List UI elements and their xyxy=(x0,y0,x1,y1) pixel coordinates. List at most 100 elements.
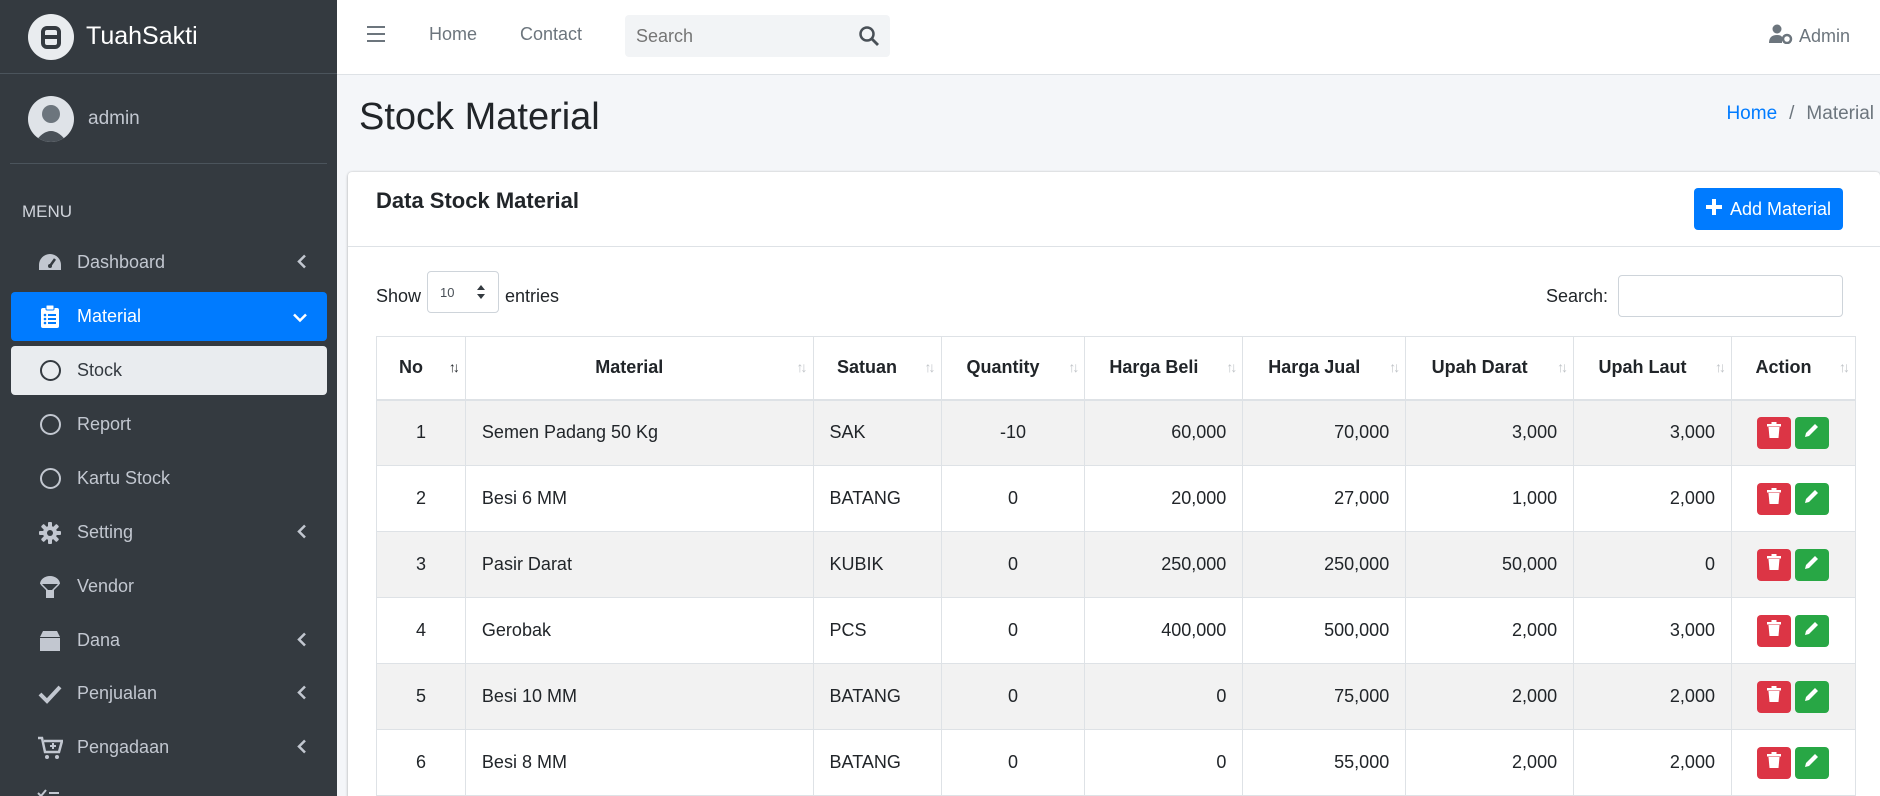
cell-action xyxy=(1730,399,1857,466)
table-row: 4 Gerobak PCS 0 400,000 500,000 2,000 3,000 xyxy=(376,597,1857,664)
box-icon xyxy=(37,628,63,654)
cell-material: Gerobak xyxy=(464,597,814,664)
sidebar-item-stock[interactable]: Stock xyxy=(11,346,327,395)
plus-icon xyxy=(1705,198,1722,220)
datatable-search-input[interactable] xyxy=(1618,275,1843,317)
brand-link[interactable]: TuahSakti xyxy=(0,0,337,74)
column-header-action[interactable]: Action ↑↓ xyxy=(1730,336,1857,401)
cell-quantity: 0 xyxy=(940,597,1086,664)
cell-harga-jual: 500,000 xyxy=(1242,597,1407,664)
edit-button[interactable] xyxy=(1795,416,1830,449)
search-input[interactable] xyxy=(625,25,845,47)
edit-button[interactable] xyxy=(1795,614,1830,647)
chevron-left-icon xyxy=(297,683,307,704)
chevron-down-icon xyxy=(293,306,307,327)
cell-harga-beli: 400,000 xyxy=(1084,597,1244,664)
navbar-search xyxy=(625,15,890,57)
parachute-box-icon xyxy=(37,574,63,600)
datatable-controls: Show 10 entries Search: xyxy=(376,271,1843,317)
cell-action xyxy=(1730,663,1857,730)
sidebar-item-pengadaan[interactable]: Pengadaan xyxy=(11,723,327,772)
chevron-left-icon xyxy=(297,630,307,651)
sort-asc-icon: ↑↓ xyxy=(448,359,460,375)
breadcrumb-home[interactable]: Home xyxy=(1726,103,1777,125)
entries-select[interactable]: 10 xyxy=(427,271,500,313)
pencil-icon xyxy=(1804,554,1820,575)
column-header-harga-beli[interactable]: Harga Beli ↑↓ xyxy=(1084,336,1244,401)
sort-icon: ↑↓ xyxy=(924,359,936,375)
column-header-satuan[interactable]: Satuan ↑↓ xyxy=(812,336,942,401)
cell-no: 1 xyxy=(376,399,466,466)
trash-icon xyxy=(1767,686,1782,707)
search-icon[interactable] xyxy=(858,25,880,52)
edit-button[interactable] xyxy=(1795,746,1830,779)
clipboard-list-icon xyxy=(37,304,63,330)
column-header-upah-laut[interactable]: Upah Laut ↑↓ xyxy=(1573,336,1732,401)
cell-material: Besi 8 MM xyxy=(464,729,814,796)
cell-no: 6 xyxy=(376,729,466,796)
sidebar-item-label: Penjualan xyxy=(77,683,158,703)
sidebar-item-penjualan[interactable]: Penjualan xyxy=(11,669,327,718)
add-material-button[interactable]: Add Material xyxy=(1693,188,1843,230)
sidebar-item-vendor[interactable]: Vendor xyxy=(11,562,327,611)
table-row: 1 Semen Padang 50 Kg SAK -10 60,000 70,000 3,0… xyxy=(376,399,1857,466)
breadcrumb-current: Material xyxy=(1806,103,1874,124)
sidebar-item-label: Report xyxy=(77,414,132,434)
delete-button[interactable] xyxy=(1757,548,1792,581)
sidebar-item-material[interactable]: Material xyxy=(11,292,327,341)
cell-upah-darat: 2,000 xyxy=(1405,729,1575,796)
sidebar: TuahSakti admin MENU Dashboard Material … xyxy=(0,0,337,796)
column-header-no[interactable]: No ↑↓ xyxy=(376,336,466,401)
hamburger-menu-icon[interactable] xyxy=(367,26,385,47)
account-menu[interactable]: Admin xyxy=(1768,24,1850,49)
sort-icon: ↑↓ xyxy=(1068,359,1079,375)
sidebar-item-report[interactable]: Report xyxy=(11,400,327,449)
column-header-material[interactable]: Material ↑↓ xyxy=(464,336,814,401)
cell-no: 3 xyxy=(376,531,466,598)
nav-link-contact[interactable]: Contact xyxy=(520,24,582,45)
sort-icon: ↑↓ xyxy=(1389,359,1400,375)
datatable-search: Search: xyxy=(1546,275,1843,317)
cell-satuan: BATANG xyxy=(812,465,942,532)
edit-button[interactable] xyxy=(1795,482,1830,515)
chevron-left-icon xyxy=(297,252,307,273)
sidebar-item-dana[interactable]: Dana xyxy=(11,616,327,665)
cell-harga-jual: 55,000 xyxy=(1242,729,1407,796)
delete-button[interactable] xyxy=(1757,746,1792,779)
sort-icon: ↑↓ xyxy=(1226,359,1237,375)
cell-material: Pasir Darat xyxy=(464,531,814,598)
account-name: Admin xyxy=(1798,26,1850,46)
table-body: 1 Semen Padang 50 Kg SAK -10 60,000 70,000 3,0… xyxy=(376,399,1857,796)
sort-icon: ↑↓ xyxy=(1839,359,1850,375)
table-row: 5 Besi 10 MM BATANG 0 0 75,000 2,000 2,000 xyxy=(376,663,1857,730)
table-header-row: No ↑↓ Material ↑↓ Satuan ↑↓ Quantity ↑↓ Harg… xyxy=(376,336,1857,401)
user-panel[interactable]: admin xyxy=(10,74,327,164)
column-header-harga-jual[interactable]: Harga Jual ↑↓ xyxy=(1242,336,1407,401)
delete-button[interactable] xyxy=(1757,680,1792,713)
delete-button[interactable] xyxy=(1757,614,1792,647)
edit-button[interactable] xyxy=(1795,548,1830,581)
circle-icon xyxy=(37,466,63,492)
pencil-icon xyxy=(1804,686,1820,707)
column-header-upah-darat[interactable]: Upah Darat ↑↓ xyxy=(1405,336,1575,401)
page-title: Stock Material xyxy=(359,96,600,138)
sidebar-item-dashboard[interactable]: Dashboard xyxy=(11,238,327,287)
cell-upah-darat: 50,000 xyxy=(1405,531,1575,598)
sidebar-item-kartu-stock[interactable]: Kartu Stock xyxy=(11,454,327,503)
breadcrumb: Home / Material xyxy=(1726,103,1874,125)
column-header-quantity[interactable]: Quantity ↑↓ xyxy=(940,336,1086,401)
cell-no: 5 xyxy=(376,663,466,730)
pencil-icon xyxy=(1804,620,1820,641)
delete-button[interactable] xyxy=(1757,482,1792,515)
sidebar-item-label: Kartu Stock xyxy=(77,468,171,488)
sidebar-item-setting[interactable]: Setting xyxy=(11,508,327,557)
edit-button[interactable] xyxy=(1795,680,1830,713)
cell-upah-laut: 3,000 xyxy=(1573,597,1732,664)
show-entries: Show 10 entries xyxy=(376,271,559,313)
material-card: Data Stock Material Add Material Show 10… xyxy=(348,172,1880,796)
avatar xyxy=(28,95,74,142)
delete-button[interactable] xyxy=(1757,416,1792,449)
cell-upah-laut: 3,000 xyxy=(1573,399,1732,466)
cell-harga-jual: 75,000 xyxy=(1242,663,1407,730)
nav-link-home[interactable]: Home xyxy=(429,24,477,45)
